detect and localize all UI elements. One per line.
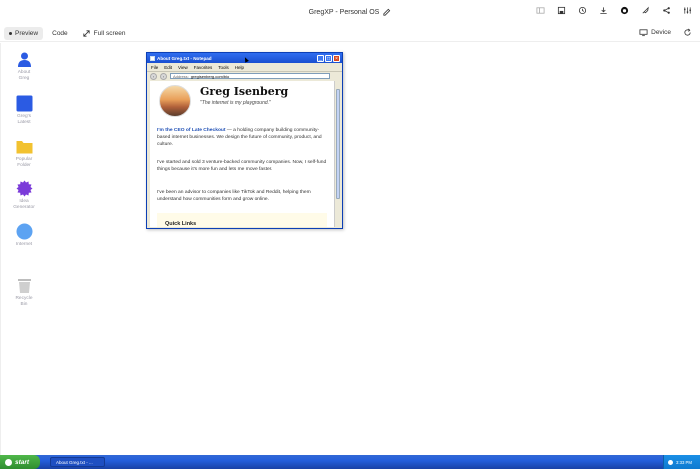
- window-title: About Greg.txt - Notepad: [157, 55, 212, 61]
- desktop-icon-popular-folder[interactable]: Popular Folder: [9, 138, 39, 169]
- taskbar-item-notepad[interactable]: About Greg.txt - ...: [50, 457, 105, 467]
- desktop-icon-label: Internet: [15, 242, 33, 247]
- expand-icon: [82, 29, 91, 38]
- toolbar-right: Device: [639, 28, 692, 37]
- notepad-content: Greg Isenberg "The internet is my playgr…: [150, 81, 334, 227]
- address-bar: ‹ › Address: gregisenberg.com/bio: [147, 71, 342, 80]
- download-icon[interactable]: [599, 6, 608, 15]
- menu-help[interactable]: Help: [235, 65, 244, 70]
- scrollbar-thumb[interactable]: [336, 89, 340, 199]
- desktop-icon-about-greg[interactable]: About Greg: [9, 51, 39, 82]
- menu-favorites[interactable]: Favorites: [194, 65, 213, 70]
- taskbar: start About Greg.txt - ... 3:33 PM: [0, 455, 700, 469]
- edit-pencil-icon[interactable]: [382, 8, 391, 17]
- desktop-icon-internet[interactable]: Internet: [9, 223, 39, 248]
- fullscreen-label: Full screen: [93, 29, 126, 37]
- github-icon[interactable]: [620, 6, 629, 15]
- code-tab[interactable]: Code: [47, 27, 73, 40]
- header-actions: [536, 6, 692, 15]
- desktop-icon-idea-generator[interactable]: Idea Generator: [9, 180, 39, 211]
- desktop-icon-gregs-latest[interactable]: Greg's Latest: [9, 95, 39, 126]
- monitor-icon: [639, 28, 648, 37]
- share-icon[interactable]: [662, 6, 671, 15]
- save-icon[interactable]: [557, 6, 566, 15]
- address-field[interactable]: Address: gregisenberg.com/bio: [170, 73, 330, 79]
- bio-paragraph-2: I've started and sold 3 venture-backed c…: [157, 160, 327, 173]
- fullscreen-button[interactable]: Full screen: [77, 26, 131, 41]
- refresh-icon[interactable]: [683, 28, 692, 37]
- preview-toolbar: Preview Code Full screen Device: [0, 25, 700, 42]
- app-header: GregXP - Personal OS: [0, 0, 700, 24]
- window-menubar: File Edit View Favorites Tools Help: [147, 63, 342, 71]
- code-tab-label: Code: [52, 29, 68, 37]
- desktop-icon-label: Idea Generator: [13, 199, 35, 210]
- minimize-button[interactable]: _: [317, 54, 324, 62]
- notepad-window[interactable]: About Greg.txt - Notepad _ □ × File Edit…: [146, 52, 343, 229]
- back-button[interactable]: ‹: [150, 72, 157, 80]
- start-button[interactable]: start: [0, 455, 40, 469]
- folder-icon: [16, 141, 32, 154]
- menu-view[interactable]: View: [178, 65, 188, 70]
- address-value: gregisenberg.com/bio: [190, 74, 230, 79]
- desktop-icon-label: Popular Folder: [15, 157, 33, 168]
- window-scrollbar[interactable]: [334, 81, 340, 227]
- bio-paragraph-3: I've been an advisor to companies like T…: [157, 190, 311, 203]
- profile-name: Greg Isenberg: [200, 85, 289, 98]
- desktop-icon-label: About Greg: [17, 70, 31, 81]
- idea-generator-icon: [16, 180, 32, 197]
- menu-file[interactable]: File: [151, 65, 158, 70]
- menu-tools[interactable]: Tools: [218, 65, 229, 70]
- notepad-icon: [150, 55, 155, 61]
- system-tray: 3:33 PM: [663, 455, 700, 469]
- window-controls: _ □ ×: [317, 54, 340, 62]
- quick-links-heading: Quick Links: [165, 221, 197, 227]
- settings-sliders-icon[interactable]: [683, 6, 692, 15]
- desktop-icon-recycle-bin[interactable]: Recycle Bin: [9, 277, 39, 308]
- recycle-bin-icon: [17, 279, 31, 293]
- start-label: start: [15, 458, 30, 466]
- app-title-text: GregXP - Personal OS: [308, 8, 380, 16]
- user-icon: [17, 52, 31, 67]
- maximize-button[interactable]: □: [325, 54, 332, 62]
- preview-dot-icon: [9, 31, 12, 35]
- app-title: GregXP - Personal OS: [309, 8, 392, 17]
- desktop-icon-label: Greg's Latest: [17, 114, 31, 125]
- address-label: Address:: [173, 74, 189, 79]
- desktop-icon-label: Recycle Bin: [15, 296, 33, 307]
- close-button[interactable]: ×: [333, 54, 340, 62]
- xp-desktop: About Greg Greg's Latest Popular Folder Ide…: [0, 43, 700, 455]
- profile-tagline: "The internet is my playground.": [200, 100, 271, 106]
- history-icon[interactable]: [578, 6, 587, 15]
- menu-edit[interactable]: Edit: [164, 65, 172, 70]
- preview-tab[interactable]: Preview: [4, 26, 44, 40]
- latest-icon: [16, 95, 32, 112]
- late-checkout-link[interactable]: I'm the CEO of Late Checkout: [157, 128, 226, 133]
- preview-tab-label: Preview: [15, 29, 39, 37]
- internet-icon: [16, 223, 32, 240]
- shield-icon[interactable]: [668, 459, 673, 465]
- deploy-rocket-icon[interactable]: [641, 6, 650, 15]
- device-button[interactable]: Device: [639, 28, 671, 37]
- forward-button[interactable]: ›: [160, 72, 167, 80]
- profile-avatar: [159, 85, 191, 117]
- layout-icon[interactable]: [536, 6, 545, 15]
- quick-links-section: Quick Links: [157, 213, 327, 227]
- bio-paragraph-1: I'm the CEO of Late Checkout — a holding…: [157, 127, 327, 149]
- clock: 3:33 PM: [676, 459, 693, 465]
- device-label: Device: [651, 29, 671, 36]
- windows-logo-icon: [5, 458, 12, 466]
